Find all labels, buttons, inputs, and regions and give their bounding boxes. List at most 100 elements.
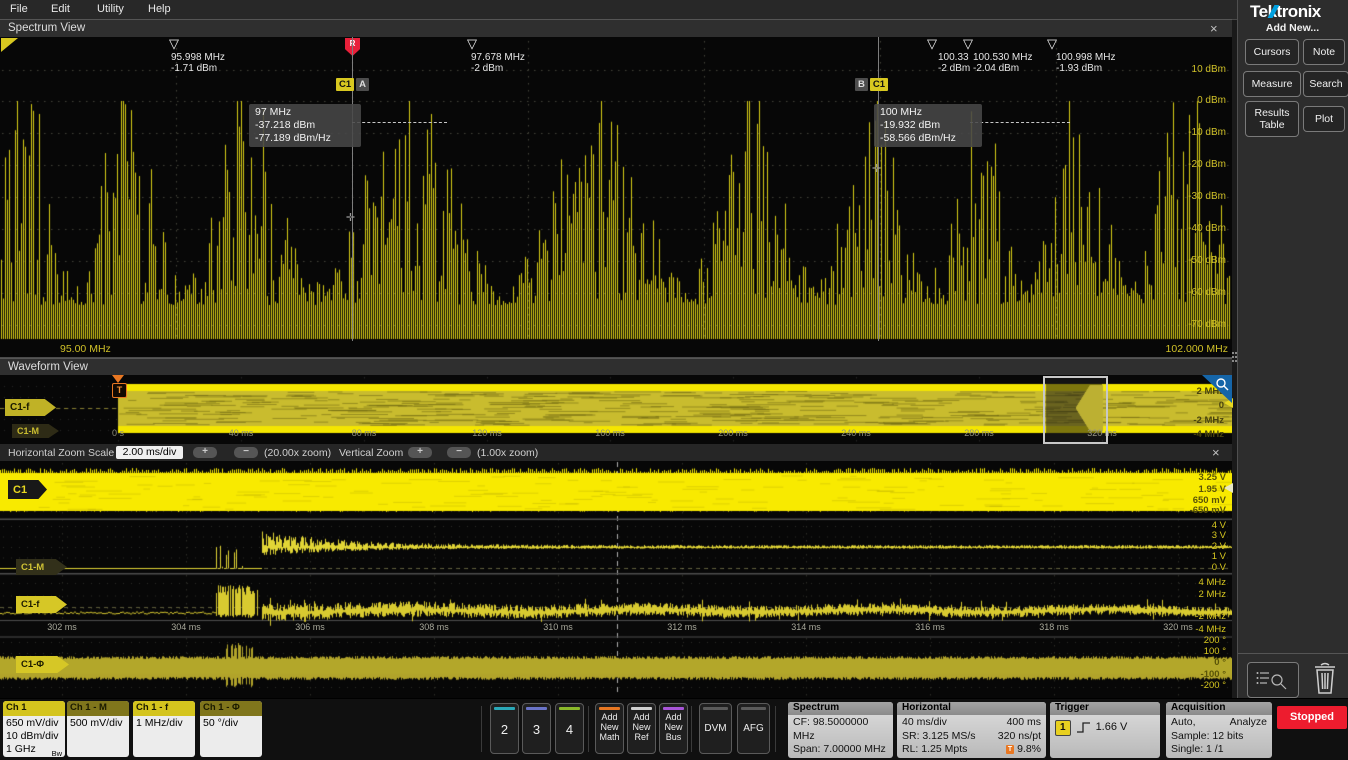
v-zoom-minus-button[interactable]: − (447, 447, 471, 458)
peak-marker-icon[interactable]: ▽ (963, 37, 973, 50)
dvm-button[interactable]: DVM (699, 703, 732, 754)
ch4-color-stripe (559, 707, 580, 710)
divider (775, 706, 776, 752)
cursor-b-badge[interactable]: BC1 (855, 74, 888, 92)
ch1m-vscale: 500 mV/div (70, 717, 126, 730)
h-zoom-minus-button[interactable]: − (234, 447, 258, 458)
c1phi-scale-label: 100 ° (1150, 646, 1226, 657)
h-zoom-plus-button[interactable]: + (193, 447, 217, 458)
peak-marker-icon[interactable]: ▽ (927, 37, 937, 50)
channel-badge-ch1phi[interactable]: Ch 1 - Φ 50 °/div (200, 701, 262, 757)
acq-analyze: Analyze (1230, 716, 1267, 730)
bus-color-stripe (663, 707, 684, 710)
peak-marker-label: 100.530 MHz-2.04 dBm (973, 52, 1032, 74)
end-frequency-label: 102.000 MHz (1140, 343, 1228, 355)
c1f-scale-label: 2 MHz (1150, 589, 1226, 600)
amplitude-tick-label: -40 dBm (1148, 223, 1226, 234)
channel-badge-ch1[interactable]: Ch 1 650 mV/div 10 dBm/div 1 GHzBw (3, 701, 65, 757)
measure-button[interactable]: Measure (1243, 71, 1301, 97)
c1m-scale-label: 1 V (1150, 551, 1226, 562)
peak-marker-icon[interactable]: ▽ (467, 37, 477, 50)
zoom-region-box[interactable] (1043, 376, 1108, 444)
trigger-settings-badge[interactable]: Trigger 1 1.66 V (1050, 702, 1160, 758)
spectrum-close-button[interactable]: × (1210, 22, 1218, 35)
peak-marker-label: 97.678 MHz-2 dBm (471, 52, 525, 74)
sample-rate: SR: 3.125 MS/s (902, 730, 976, 744)
add-new-math-button[interactable]: AddNewMath (595, 703, 624, 754)
cursor-a-badge[interactable]: C1A (336, 74, 369, 92)
zoom-time-label: 302 ms (40, 622, 84, 632)
overview-time-label: 80 ms (342, 428, 386, 438)
menu-edit[interactable]: Edit (51, 3, 70, 15)
overview-scale-label: 0 (1160, 400, 1224, 411)
c1-scale-label: 1.95 V (1150, 484, 1226, 495)
zoom-time-label: 308 ms (412, 622, 456, 632)
v-zoom-factor-label: (1.00x zoom) (477, 447, 538, 459)
zoom-traces-canvas (0, 461, 1232, 697)
span: Span: 7.00000 MHz (793, 743, 888, 757)
trigger-source-badge: 1 (1055, 720, 1071, 736)
sidebar-divider (1238, 653, 1348, 654)
c1phi-scale-label: -200 ° (1150, 680, 1226, 691)
trigger-level: 1.66 V (1096, 721, 1128, 735)
channel-badge-ch1m[interactable]: Ch 1 - M 500 mV/div (67, 701, 129, 757)
ch1-header: Ch 1 (3, 701, 65, 716)
panel-drag-handle[interactable] (1232, 352, 1234, 354)
divider (481, 706, 482, 752)
peak-marker-icon[interactable]: ▽ (1047, 37, 1057, 50)
channel-3-button[interactable]: 3 (522, 703, 551, 754)
horizontal-settings-badge[interactable]: Horizontal 40 ms/div400 ms SR: 3.125 MS/… (897, 702, 1046, 758)
math-color-stripe (599, 707, 620, 710)
zoom-close-button[interactable]: × (1212, 446, 1220, 459)
trigger-position: 9.8% (1017, 743, 1041, 755)
peak-marker-icon[interactable]: ▽ (169, 37, 179, 50)
trash-icon[interactable] (1311, 661, 1339, 697)
overview-time-label: 200 ms (711, 428, 755, 438)
amplitude-tick-label: 0 dBm (1148, 95, 1226, 106)
trigger-position-icon[interactable] (112, 375, 124, 383)
spectrum-trace-canvas (0, 37, 1232, 341)
note-button[interactable]: Note (1303, 39, 1345, 65)
menu-help[interactable]: Help (148, 3, 171, 15)
spectrum-view-title: Spectrum View (8, 22, 85, 34)
magnifier-icon (1212, 377, 1230, 393)
add-new-ref-button[interactable]: AddNewRef (627, 703, 656, 754)
overview-scale-label: -2 MHz (1160, 415, 1224, 426)
menu-file[interactable]: File (10, 3, 28, 15)
overview-time-label: 240 ms (834, 428, 878, 438)
rbw: RBW: 7.00 kHz (793, 757, 888, 759)
c1m-scale-label: 0 V (1150, 562, 1226, 573)
channel-2-button[interactable]: 2 (490, 703, 519, 754)
cursor-b-move-icon[interactable]: ✛ (870, 163, 883, 176)
zoom-time-label: 304 ms (164, 622, 208, 632)
cursors-button[interactable]: Cursors (1245, 39, 1299, 65)
acq-sample: Sample: 12 bits (1171, 730, 1267, 744)
menu-utility[interactable]: Utility (97, 3, 124, 15)
add-new-bus-button[interactable]: AddNewBus (659, 703, 688, 754)
cursor-a-move-icon[interactable]: ✛ (344, 212, 357, 225)
results-table-button[interactable]: Results Table (1245, 101, 1299, 137)
trigger-position-marker[interactable]: T (112, 383, 127, 398)
acq-mode: Auto, (1171, 716, 1196, 730)
amplitude-tick-label: -30 dBm (1148, 191, 1226, 202)
overview-time-label: 280 ms (957, 428, 1001, 438)
list-magnifier-icon (1255, 668, 1291, 692)
h-window: 400 ms (1007, 716, 1041, 730)
run-stop-status-button[interactable]: Stopped (1277, 706, 1347, 729)
h-zoom-scale-value[interactable]: 2.00 ms/div (116, 446, 183, 459)
search-button[interactable]: Search (1303, 71, 1348, 97)
v-zoom-plus-button[interactable]: + (408, 447, 432, 458)
overview-time-label: 160 ms (588, 428, 632, 438)
overview-scale-label: -4 MHz (1160, 429, 1224, 440)
afg-button[interactable]: AFG (737, 703, 770, 754)
zoom-results-button[interactable] (1247, 662, 1299, 698)
acquisition-settings-badge[interactable]: Acquisition Auto,Analyze Sample: 12 bits… (1166, 702, 1272, 758)
add-new-label: Add New... (1237, 22, 1348, 34)
channel-4-button[interactable]: 4 (555, 703, 584, 754)
cursor-b-level-dash (970, 122, 1070, 123)
spectrum-settings-badge[interactable]: Spectrum CF: 98.5000000 MHz Span: 7.0000… (788, 702, 893, 758)
plot-button[interactable]: Plot (1303, 106, 1345, 132)
amplitude-tick-label: -50 dBm (1148, 255, 1226, 266)
rising-edge-icon (1076, 721, 1091, 734)
channel-badge-ch1f[interactable]: Ch 1 - f 1 MHz/div (133, 701, 195, 757)
